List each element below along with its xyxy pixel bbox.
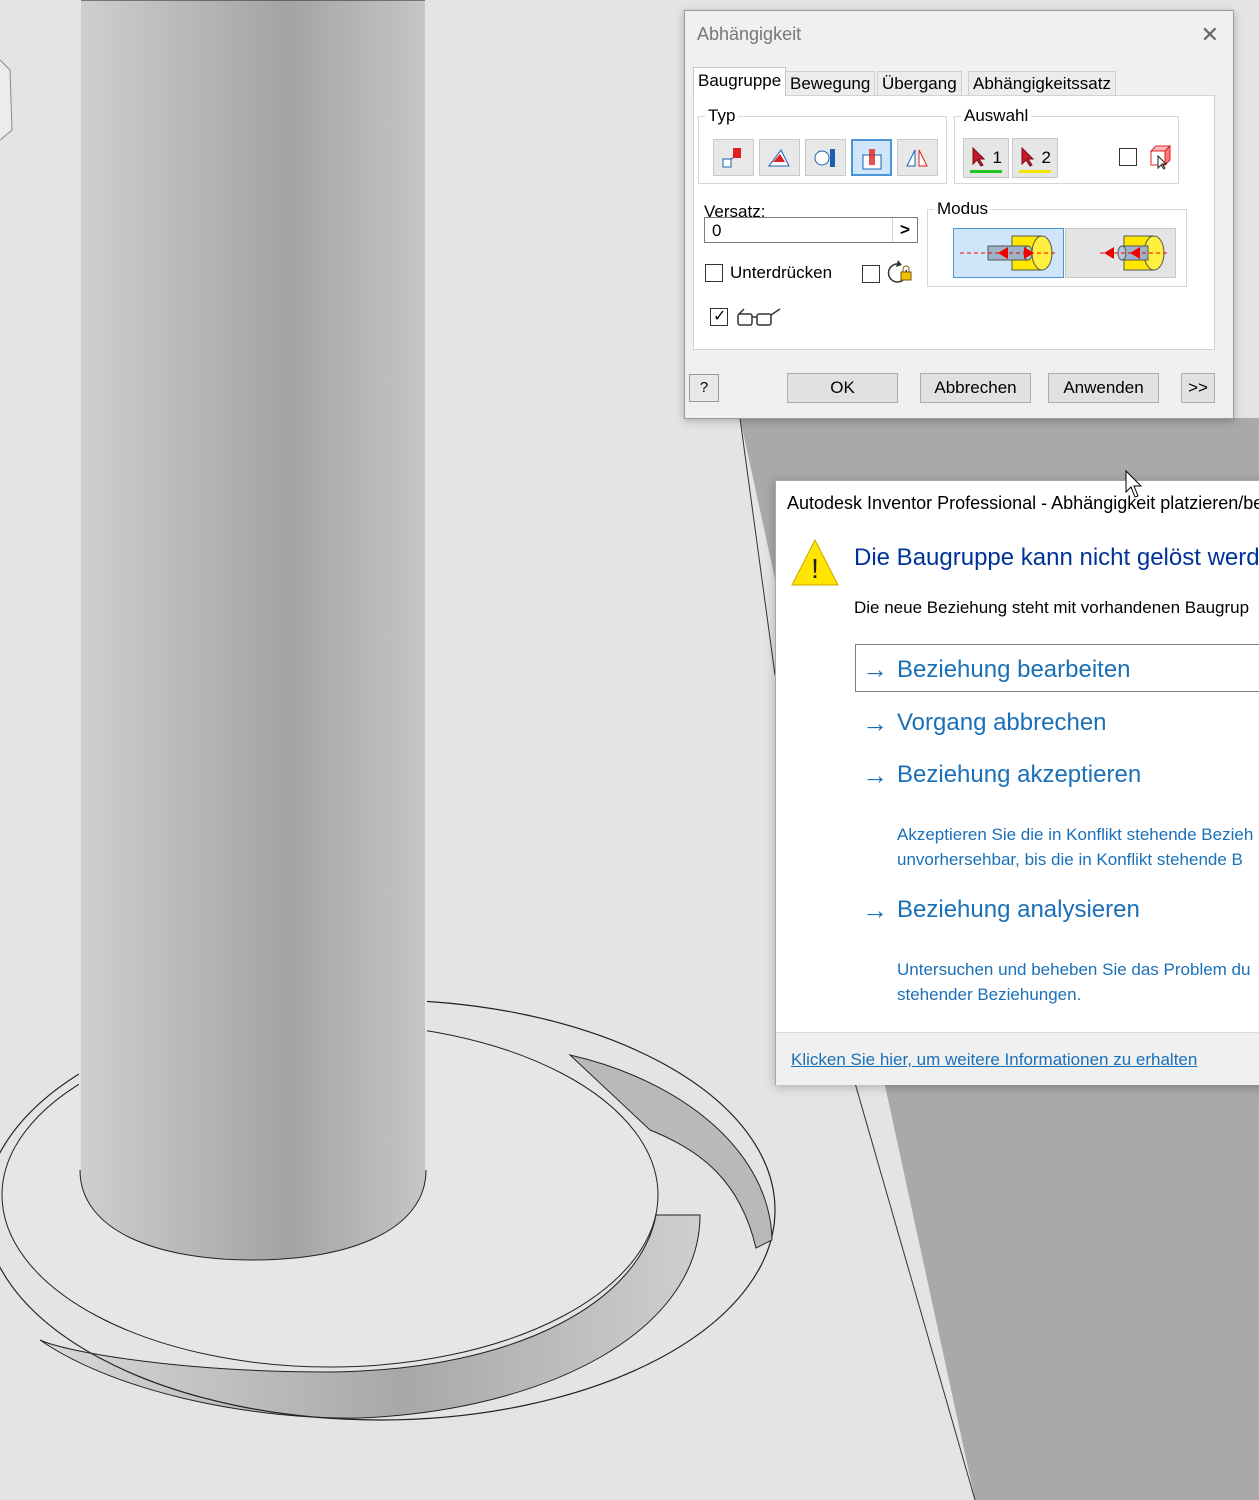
type-group-label: Typ bbox=[705, 106, 739, 126]
pick-2-button[interactable]: 2 bbox=[1012, 138, 1058, 178]
conflict-heading: Die Baugruppe kann nicht gelöst werd bbox=[854, 544, 1259, 571]
tangent-icon[interactable] bbox=[805, 139, 846, 176]
close-icon[interactable]: ✕ bbox=[1201, 22, 1219, 48]
mode-opposed-button[interactable] bbox=[953, 228, 1064, 278]
assembly-panel: Typ Auswahl 1 2 Versatz: 0 > Modus Unter… bbox=[693, 95, 1215, 350]
preview-checkbox[interactable]: ✓ bbox=[710, 308, 728, 326]
pick-part-first-icon bbox=[1149, 144, 1172, 170]
check-icon: ✓ bbox=[713, 308, 727, 325]
mode-aligned-button[interactable] bbox=[1065, 228, 1176, 278]
first-click-checkbox[interactable] bbox=[1119, 148, 1137, 166]
accept-relationship-description: Akzeptieren Sie die in Konflikt stehende… bbox=[897, 825, 1254, 869]
dialog-title: Abhängigkeit bbox=[697, 24, 802, 44]
mate-icon[interactable] bbox=[713, 139, 754, 176]
cylinder-shaft bbox=[79, 0, 427, 1261]
insert-aligned-icon bbox=[1100, 235, 1170, 271]
tab-abhaengigkeitssatz[interactable]: Abhängigkeitssatz bbox=[968, 71, 1116, 96]
mode-group-label: Modus bbox=[934, 199, 992, 219]
glasses-icon bbox=[737, 308, 781, 326]
cancel-button[interactable]: Abbrechen bbox=[920, 373, 1031, 403]
apply-button[interactable]: Anwenden bbox=[1048, 373, 1159, 403]
predict-offset-checkbox[interactable] bbox=[862, 265, 880, 283]
mouse-pointer-icon bbox=[1125, 470, 1143, 498]
offset-expand-button[interactable]: > bbox=[892, 218, 917, 242]
tab-baugruppe[interactable]: Baugruppe bbox=[693, 67, 787, 96]
arrow-cursor-icon bbox=[1021, 147, 1035, 167]
help-icon[interactable]: ? bbox=[689, 374, 719, 402]
offset-field[interactable]: 0 > bbox=[704, 217, 918, 243]
analyze-relationship-description: Untersuchen und beheben Sie das Problem … bbox=[897, 960, 1251, 1004]
constraint-dialog: Abhängigkeit ✕ Baugruppe Bewegung Überga… bbox=[684, 10, 1234, 419]
insert-icon[interactable] bbox=[851, 139, 892, 176]
pick-1-button[interactable]: 1 bbox=[963, 138, 1009, 178]
symmetry-icon[interactable] bbox=[897, 139, 938, 176]
svg-text:!: ! bbox=[811, 553, 819, 584]
conflict-dialog-footer: Klicken Sie hier, um weitere Information… bbox=[776, 1032, 1259, 1085]
suppress-label: Unterdrücken bbox=[730, 263, 833, 282]
edit-relationship-command[interactable]: → Beziehung bearbeiten bbox=[855, 644, 1259, 692]
suppress-checkbox[interactable] bbox=[705, 264, 723, 282]
conflict-dialog: Autodesk Inventor Professional - Abhängi… bbox=[775, 480, 1259, 1085]
ok-button[interactable]: OK bbox=[787, 373, 898, 403]
conflict-dialog-title: Autodesk Inventor Professional - Abhängi… bbox=[787, 493, 1259, 513]
mode-group: Modus bbox=[927, 199, 1187, 287]
angle-icon[interactable] bbox=[759, 139, 800, 176]
arrow-right-icon: → bbox=[862, 708, 888, 738]
conflict-message: Die neue Beziehung steht mit vorhandenen… bbox=[854, 598, 1250, 617]
selection-group: Auswahl 1 2 bbox=[954, 106, 1179, 184]
selection-group-label: Auswahl bbox=[961, 106, 1032, 126]
warning-icon: ! bbox=[791, 538, 839, 586]
predict-offset-lock-icon bbox=[887, 260, 912, 283]
more-info-link[interactable]: Klicken Sie hier, um weitere Information… bbox=[791, 1050, 1197, 1070]
arrow-right-icon: → bbox=[862, 654, 888, 684]
viewcube-icon bbox=[0, 59, 13, 141]
arrow-cursor-icon bbox=[972, 147, 986, 167]
arrow-right-icon: → bbox=[862, 895, 888, 925]
tab-uebergang[interactable]: Übergang bbox=[877, 71, 962, 96]
more-button[interactable]: >> bbox=[1181, 373, 1215, 403]
tab-bewegung[interactable]: Bewegung bbox=[785, 71, 876, 96]
insert-opposed-icon bbox=[960, 235, 1058, 271]
arrow-right-icon: → bbox=[862, 760, 888, 790]
type-group: Typ bbox=[698, 106, 947, 184]
